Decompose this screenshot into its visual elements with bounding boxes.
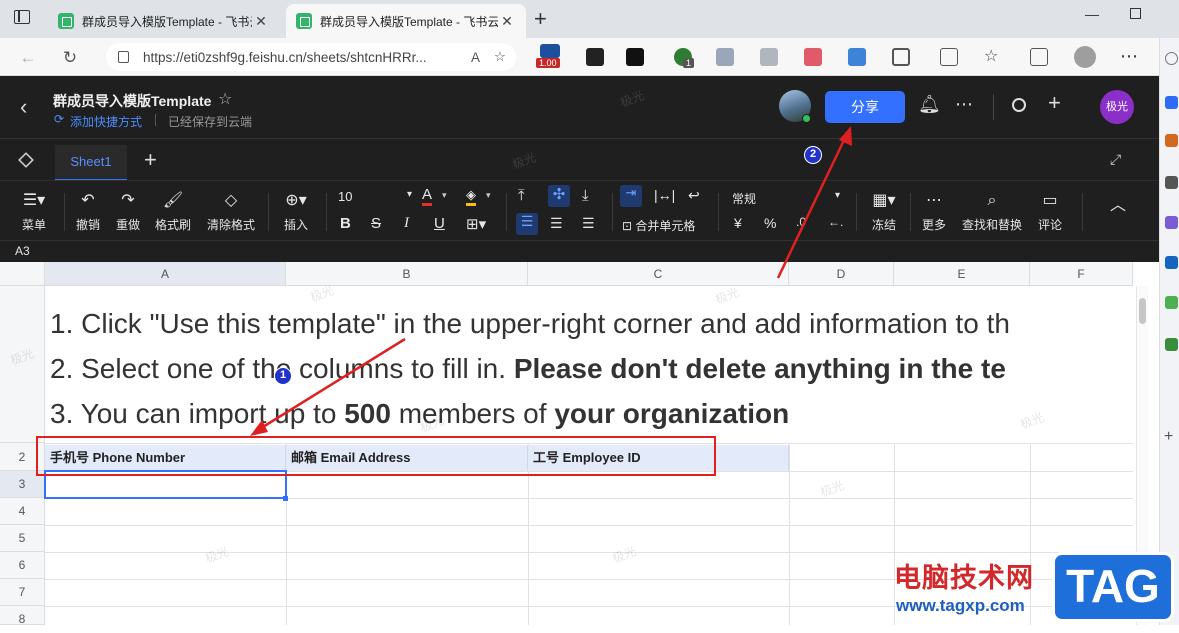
- sidebar-app-icon[interactable]: [1165, 216, 1178, 229]
- add-icon[interactable]: +: [1164, 428, 1173, 446]
- annotation-arrows: [250, 126, 852, 436]
- site-logo-url: www.tagxp.com: [896, 596, 1025, 615]
- sidebar-app-icon[interactable]: [1165, 96, 1178, 109]
- edge-sidebar: +: [1159, 38, 1179, 625]
- annotation-marker-1: 1: [274, 367, 292, 385]
- site-logo-cn: 电脑技术网: [894, 563, 1034, 593]
- annotation-arrowhead-2: [839, 126, 852, 146]
- annotation-marker-2: 2: [804, 146, 822, 164]
- sidebar-app-icon[interactable]: [1165, 176, 1178, 189]
- search-icon[interactable]: [1165, 52, 1178, 65]
- sidebar-app-icon[interactable]: [1165, 296, 1178, 309]
- site-logo-tag: TAG: [1052, 552, 1174, 622]
- sidebar-app-icon[interactable]: [1165, 338, 1178, 351]
- sidebar-app-icon[interactable]: [1165, 256, 1178, 269]
- sidebar-app-icon[interactable]: [1165, 134, 1178, 147]
- annotation-arrowhead-1: [250, 420, 268, 436]
